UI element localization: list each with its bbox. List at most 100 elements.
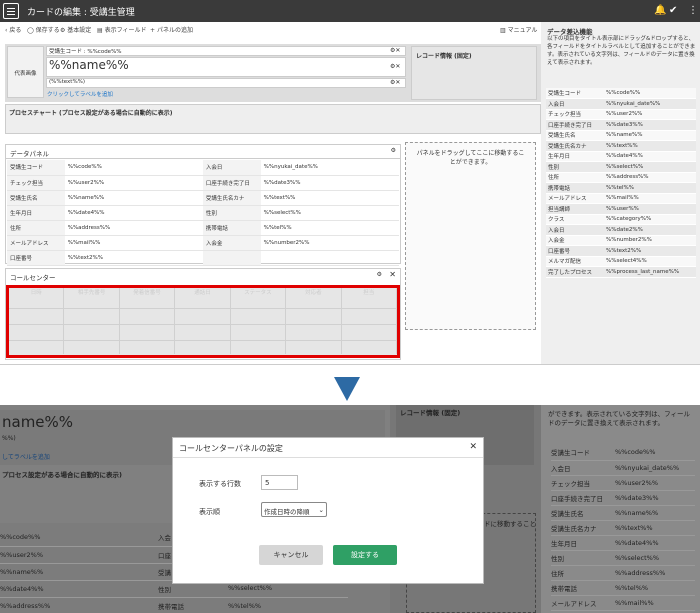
save-button[interactable]: ◯ 保存する bbox=[27, 25, 60, 34]
table-row: チェック担当 %%user2%% 口座手続き完了日 %%date3%% bbox=[7, 175, 399, 191]
display-fields-button[interactable]: ▤ 表示フィールド bbox=[97, 25, 146, 34]
field-list-item[interactable]: 受講生氏名 %%name%% bbox=[546, 130, 696, 141]
field-placeholder: %%number2%% bbox=[604, 235, 696, 246]
field-label: チェック担当 bbox=[7, 175, 65, 191]
column-header: ステータス bbox=[231, 288, 287, 354]
field-label: 携帯電話 bbox=[546, 182, 604, 194]
gear-icon[interactable]: ⚙✕ bbox=[390, 79, 400, 86]
check-icon[interactable]: ✔ bbox=[669, 5, 677, 16]
bg-field-label: 生年月日 bbox=[551, 535, 615, 551]
basic-settings-button[interactable]: ⚙ 基本設定 bbox=[60, 25, 91, 34]
field-placeholder: %%select4%% bbox=[604, 256, 696, 267]
field-list-item[interactable]: 受講生氏名カナ %%text%% bbox=[546, 140, 696, 152]
field-placeholder: %%process_last_name%% bbox=[604, 266, 696, 278]
bg-label-link: してラベルを追加 bbox=[2, 454, 50, 461]
bg-field-placeholder: %%name%% bbox=[615, 505, 695, 521]
column-header: 対応者 bbox=[286, 288, 342, 354]
bg-field-item: 携帯電話 %%tel%% bbox=[551, 580, 695, 596]
call-center-title: コールセンター bbox=[10, 274, 56, 282]
manual-button[interactable]: ▥ マニュアル bbox=[500, 25, 537, 34]
field-label: 担当講師 bbox=[546, 203, 604, 215]
toolbar: ‹ 戻る ◯ 保存する ⚙ 基本設定 ▤ 表示フィールド + パネルの追加 ▥ … bbox=[0, 22, 540, 36]
bg-field-item: 受講生氏名カナ %%text%% bbox=[551, 520, 695, 536]
bg-field-label: 性別 bbox=[551, 550, 615, 566]
gear-icon[interactable]: ⚙✕ bbox=[390, 47, 400, 54]
field-list-item[interactable]: チェック担当 %%user2%% bbox=[546, 109, 696, 120]
field-label: 受講生コード bbox=[546, 88, 604, 99]
bg-field-label: 口座手続き完了日 bbox=[551, 490, 615, 506]
field-list-item[interactable]: 性別 %%select%% bbox=[546, 161, 696, 173]
field-placeholder: %%code%% bbox=[604, 88, 696, 99]
add-panel-button[interactable]: + パネルの追加 bbox=[150, 25, 193, 34]
call-center-panel[interactable]: コールセンター ⚙ ✕ 日時 相手先番号 発着信番号 通話日 ステータス 対応者 担当 bbox=[5, 268, 401, 360]
down-arrow-icon bbox=[334, 377, 360, 401]
bg-field-value: %%name%% bbox=[0, 563, 158, 581]
field-label: 入会日 bbox=[546, 98, 604, 110]
add-label-link[interactable]: クリックしてラベルを追加 bbox=[47, 90, 113, 98]
text-label-field[interactable]: (%%text%%) bbox=[46, 78, 406, 88]
hamburger-menu-icon[interactable] bbox=[3, 3, 19, 19]
back-button[interactable]: ‹ 戻る bbox=[5, 25, 21, 34]
close-icon[interactable]: ✕ bbox=[389, 270, 396, 279]
table-row: 受講生コード %%code%% 入会日 %%nyukai_date%% bbox=[7, 160, 399, 176]
field-list-item[interactable]: メルマガ配信 %%select4%% bbox=[546, 256, 696, 267]
cancel-button[interactable]: キャンセル bbox=[259, 545, 323, 565]
bg-field-item: メールアドレス %%mail%% bbox=[551, 595, 695, 611]
field-value: %%date3%% bbox=[260, 175, 399, 191]
field-list-item[interactable]: メールアドレス %%mail%% bbox=[546, 193, 696, 204]
field-list: 受講生コード %%code%% 入会日 %%nyukai_date%% チェック担当%%… bbox=[546, 88, 696, 278]
field-list-item[interactable]: 生年月日 %%date4%% bbox=[546, 151, 696, 162]
field-list-item[interactable]: 入会金 %%number2%% bbox=[546, 235, 696, 246]
field-list-item[interactable]: 入会日 %%date2%% bbox=[546, 224, 696, 236]
bg-field-value: %%address%% bbox=[0, 597, 158, 613]
gear-icon[interactable]: ⚙ bbox=[377, 271, 382, 278]
field-list-item[interactable]: クラス %%category%% bbox=[546, 214, 696, 225]
field-list-item[interactable]: 担当講師 %%user%% bbox=[546, 203, 696, 215]
bg-field-label: 住所 bbox=[551, 565, 615, 581]
bg-process: プロセス設定がある場合に自動的に表示) bbox=[2, 471, 122, 479]
field-label: 入会日 bbox=[546, 224, 604, 236]
bg-table-row: %%address%% 携帯電話 %%tel%% bbox=[0, 597, 348, 613]
field-label: 住所 bbox=[546, 172, 604, 183]
bg-field-item: 入会日 %%nyukai_date%% bbox=[551, 460, 695, 476]
field-list-item[interactable]: 口座番号 %%text2%% bbox=[546, 245, 696, 257]
field-value: %%nyukai_date%% bbox=[260, 160, 399, 176]
order-select[interactable]: 作成日時の降順 ⌄ bbox=[261, 502, 327, 517]
column-header: 相手先番号 bbox=[64, 288, 120, 354]
rows-input[interactable]: 5 bbox=[261, 475, 298, 490]
close-icon[interactable]: ✕ bbox=[469, 442, 477, 452]
table-row: 生年月日 %%date4%% 性別 %%select%% bbox=[7, 205, 399, 221]
photo-placeholder[interactable]: 代表画像 bbox=[7, 46, 44, 98]
field-value: %%select%% bbox=[260, 205, 399, 221]
field-placeholder: %%nyukai_date%% bbox=[604, 98, 696, 110]
call-center-settings-dialog: コールセンターパネルの設定 ✕ 表示する行数 5 表示順 作成日時の降順 ⌄ キャ… bbox=[172, 437, 484, 584]
gear-icon[interactable]: ⚙ bbox=[391, 147, 396, 154]
field-label: 口座番号 bbox=[546, 245, 604, 257]
field-label: 完了したプロセス bbox=[546, 266, 604, 278]
confirm-button[interactable]: 設定する bbox=[333, 545, 397, 565]
call-center-highlight: 日時 相手先番号 発着信番号 通話日 ステータス 対応者 担当 bbox=[6, 285, 400, 358]
field-label: 受講生氏名カナ bbox=[202, 190, 261, 206]
field-label: 受講生氏名 bbox=[7, 190, 65, 206]
field-list-item[interactable]: 完了したプロセス %%process_last_name%% bbox=[546, 266, 696, 278]
field-list-item[interactable]: 口座手続き完了日 %%date3%% bbox=[546, 119, 696, 131]
name-title-field[interactable]: %%name%% bbox=[46, 57, 406, 77]
more-vertical-icon[interactable]: ⋮ bbox=[688, 5, 698, 16]
gear-icon[interactable]: ⚙✕ bbox=[390, 63, 400, 70]
field-label: チェック担当 bbox=[546, 109, 604, 120]
field-label: 携帯電話 bbox=[202, 220, 261, 236]
field-list-item[interactable]: 携帯電話 %%tel%% bbox=[546, 182, 696, 194]
code-label-field[interactable]: 受講生コード : %%code%% bbox=[46, 46, 406, 56]
field-list-item[interactable]: 入会日 %%nyukai_date%% bbox=[546, 98, 696, 110]
field-list-item[interactable]: 受講生コード %%code%% bbox=[546, 88, 696, 99]
drop-zone[interactable]: パネルをドラッグしてここに移動することができます。 bbox=[405, 142, 536, 330]
field-placeholder: %%date3%% bbox=[604, 119, 696, 131]
field-label bbox=[202, 250, 261, 266]
field-value: %%mail%% bbox=[64, 235, 203, 251]
data-panel-title: データパネル bbox=[6, 145, 400, 159]
bg-field-placeholder: %%code%% bbox=[615, 445, 695, 461]
field-placeholder: %%mail%% bbox=[604, 193, 696, 204]
bell-icon[interactable]: 🔔 bbox=[654, 5, 666, 16]
field-list-item[interactable]: 住所 %%address%% bbox=[546, 172, 696, 183]
field-placeholder: %%category%% bbox=[604, 214, 696, 225]
